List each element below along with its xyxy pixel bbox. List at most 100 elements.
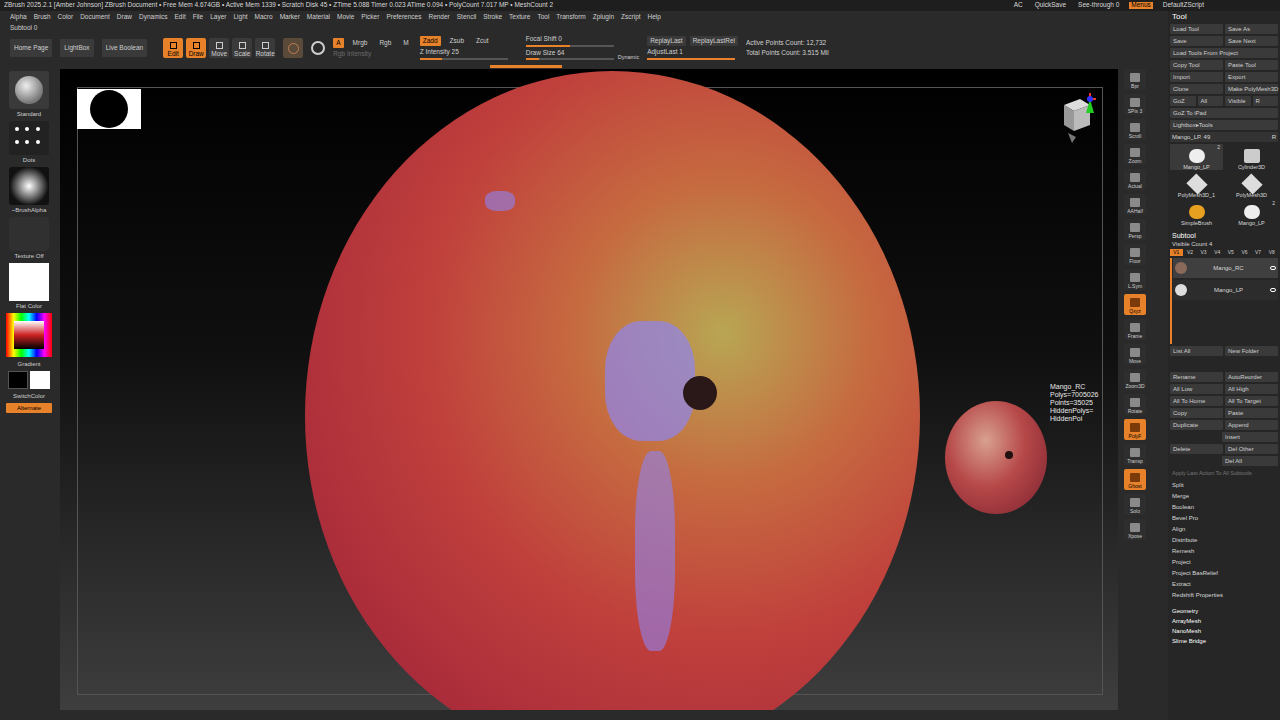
nav-button[interactable]: LightBox [60,39,93,57]
panel-button[interactable]: AutoReorder [1225,372,1278,382]
menu-item[interactable]: Render [428,14,449,21]
focal-shift-slider[interactable]: Focal Shift 0 [526,36,614,47]
alpha-slot[interactable]: ~BrushAlpha [9,167,49,213]
subtool-section[interactable]: Boolean [1172,504,1276,510]
menu-item[interactable]: Dynamics [139,14,168,21]
draw-size-slider[interactable]: Draw Size 64 [526,50,614,61]
eye-icon[interactable] [1270,266,1276,270]
material-slot[interactable]: Flat Color [9,263,49,309]
replay-button[interactable]: ReplayLastRel [690,36,738,46]
subtool-section[interactable]: Project [1172,559,1276,565]
z-intensity-slider[interactable]: Z Intensity 25 [420,49,508,60]
subtool-section[interactable]: Align [1172,526,1276,532]
view-tool-button[interactable]: Floor [1124,244,1146,265]
tool-thumbnail[interactable]: Cylinder3D [1225,144,1278,170]
visibility-set-tab[interactable]: V2 [1184,249,1197,256]
panel-button[interactable]: Copy [1170,408,1223,418]
mode-button[interactable]: Draw [186,38,206,58]
view-tool-button[interactable]: Qxyz [1124,294,1146,315]
tool-subpalette[interactable]: Slime Bridge [1172,638,1276,644]
title-bar-item[interactable]: Menus [1129,2,1153,9]
menu-item[interactable]: Macro [255,14,273,21]
tool-thumbnail[interactable]: Mango_LP2 [1225,200,1278,226]
view-tool-button[interactable]: L.Sym [1124,269,1146,290]
adjust-last-slider[interactable]: AdjustLast 1 [647,49,735,60]
panel-button[interactable]: Save [1170,36,1223,46]
tool-subpalette[interactable]: NanoMesh [1172,628,1276,634]
viewport[interactable]: Mango_RCPolys=7005026Points=35025HiddenP… [60,69,1118,710]
panel-button[interactable]: Save Next [1225,36,1278,46]
panel-button[interactable]: Paste Tool [1225,60,1278,70]
visibility-set-tab[interactable]: V5 [1225,249,1238,256]
view-tool-button[interactable]: Zoom3D [1124,369,1146,390]
panel-button[interactable]: Insert [1222,432,1278,442]
navigation-cube-icon[interactable] [1054,91,1100,146]
mango-model[interactable] [305,71,920,710]
current-tool[interactable]: Mango_LP. 49R [1170,132,1278,142]
replay-button[interactable]: ReplayLast [647,36,686,46]
view-tool-button[interactable]: Scroll [1124,119,1146,140]
view-tool-button[interactable]: Transp [1124,444,1146,465]
view-tool-button[interactable]: SPix 3 [1124,94,1146,115]
panel-button[interactable]: Make PolyMesh3D [1225,84,1278,94]
z-mode-button[interactable]: Zadd [420,36,441,46]
apply-all[interactable]: Apply Last Action To All Subtools [1170,468,1278,480]
color-mode-button[interactable]: M [400,38,411,48]
tool-thumbnail[interactable]: Mango_LP2 [1170,144,1223,170]
panel-button[interactable]: Load Tools From Project [1170,48,1278,58]
panel-button[interactable]: Import [1170,72,1223,82]
view-tool-button[interactable]: Persp [1124,219,1146,240]
tool-thumbnail[interactable]: PolyMesh3D [1225,172,1278,198]
menu-item[interactable]: Help [648,14,661,21]
subtool-section[interactable]: Remesh [1172,548,1276,554]
view-tool-button[interactable]: Ghost [1124,469,1146,490]
panel-button[interactable]: All Low [1170,384,1223,394]
color-picker[interactable] [6,313,52,357]
menu-item[interactable]: Zplugin [593,14,614,21]
subtool-item[interactable]: Mango_LP [1173,280,1278,300]
panel-button[interactable]: List All [1170,346,1223,356]
z-mode-button[interactable]: Zcut [473,36,492,46]
menu-item[interactable]: Stroke [483,14,502,21]
dynamic-toggle[interactable]: Dynamic [618,55,639,61]
panel-button[interactable]: Export [1225,72,1278,82]
panel-button[interactable]: GoZ [1170,96,1196,106]
visibility-set-tab[interactable]: V1 [1170,249,1183,256]
visibility-set-tab[interactable]: V8 [1265,249,1278,256]
menu-item[interactable]: Alpha [10,14,27,21]
view-tool-button[interactable]: Bpr [1124,69,1146,90]
subtool-section[interactable]: Split [1172,482,1276,488]
z-mode-button[interactable]: Zsub [447,36,467,46]
visibility-set-tab[interactable]: V3 [1197,249,1210,256]
slider-track[interactable] [526,45,614,47]
menu-item[interactable]: Preferences [386,14,421,21]
view-tool-button[interactable]: Solo [1124,494,1146,515]
view-tool-button[interactable]: PolyF [1124,419,1146,440]
tool-subpalette[interactable]: Geometry [1172,608,1276,614]
panel-button[interactable]: Save As [1225,24,1278,34]
title-bar-item[interactable]: DefaultZScript [1161,2,1206,9]
menu-item[interactable]: Texture [509,14,530,21]
menu-item[interactable]: Light [233,14,247,21]
brush-slot[interactable]: Standard [9,71,49,117]
menu-item[interactable]: Zscript [621,14,641,21]
view-tool-button[interactable]: Zoom [1124,144,1146,165]
stroke-slot[interactable]: Dots [9,121,49,163]
view-tool-button[interactable]: Move [1124,344,1146,365]
subtool-section[interactable]: Redshift Properties [1172,592,1276,598]
swirl-icon[interactable] [311,41,325,55]
switch-color-swatches[interactable] [8,371,50,389]
visibility-set-tab[interactable]: V4 [1211,249,1224,256]
subtool-section[interactable]: Distribute [1172,537,1276,543]
mode-button[interactable]: Scale [232,38,252,58]
subtool-header[interactable]: Subtool [1170,232,1278,239]
color-mode-button[interactable]: A [333,38,343,48]
panel-button[interactable]: Duplicate [1170,420,1223,430]
menu-item[interactable]: Document [80,14,110,21]
texture-slot[interactable]: Texture Off [9,217,49,259]
color-mode-button[interactable]: Rgb [376,38,394,48]
menu-item[interactable]: Brush [34,14,51,21]
slider-track[interactable] [647,58,735,60]
panel-button[interactable]: All [1198,96,1224,106]
view-tool-button[interactable]: AAHalf [1124,194,1146,215]
